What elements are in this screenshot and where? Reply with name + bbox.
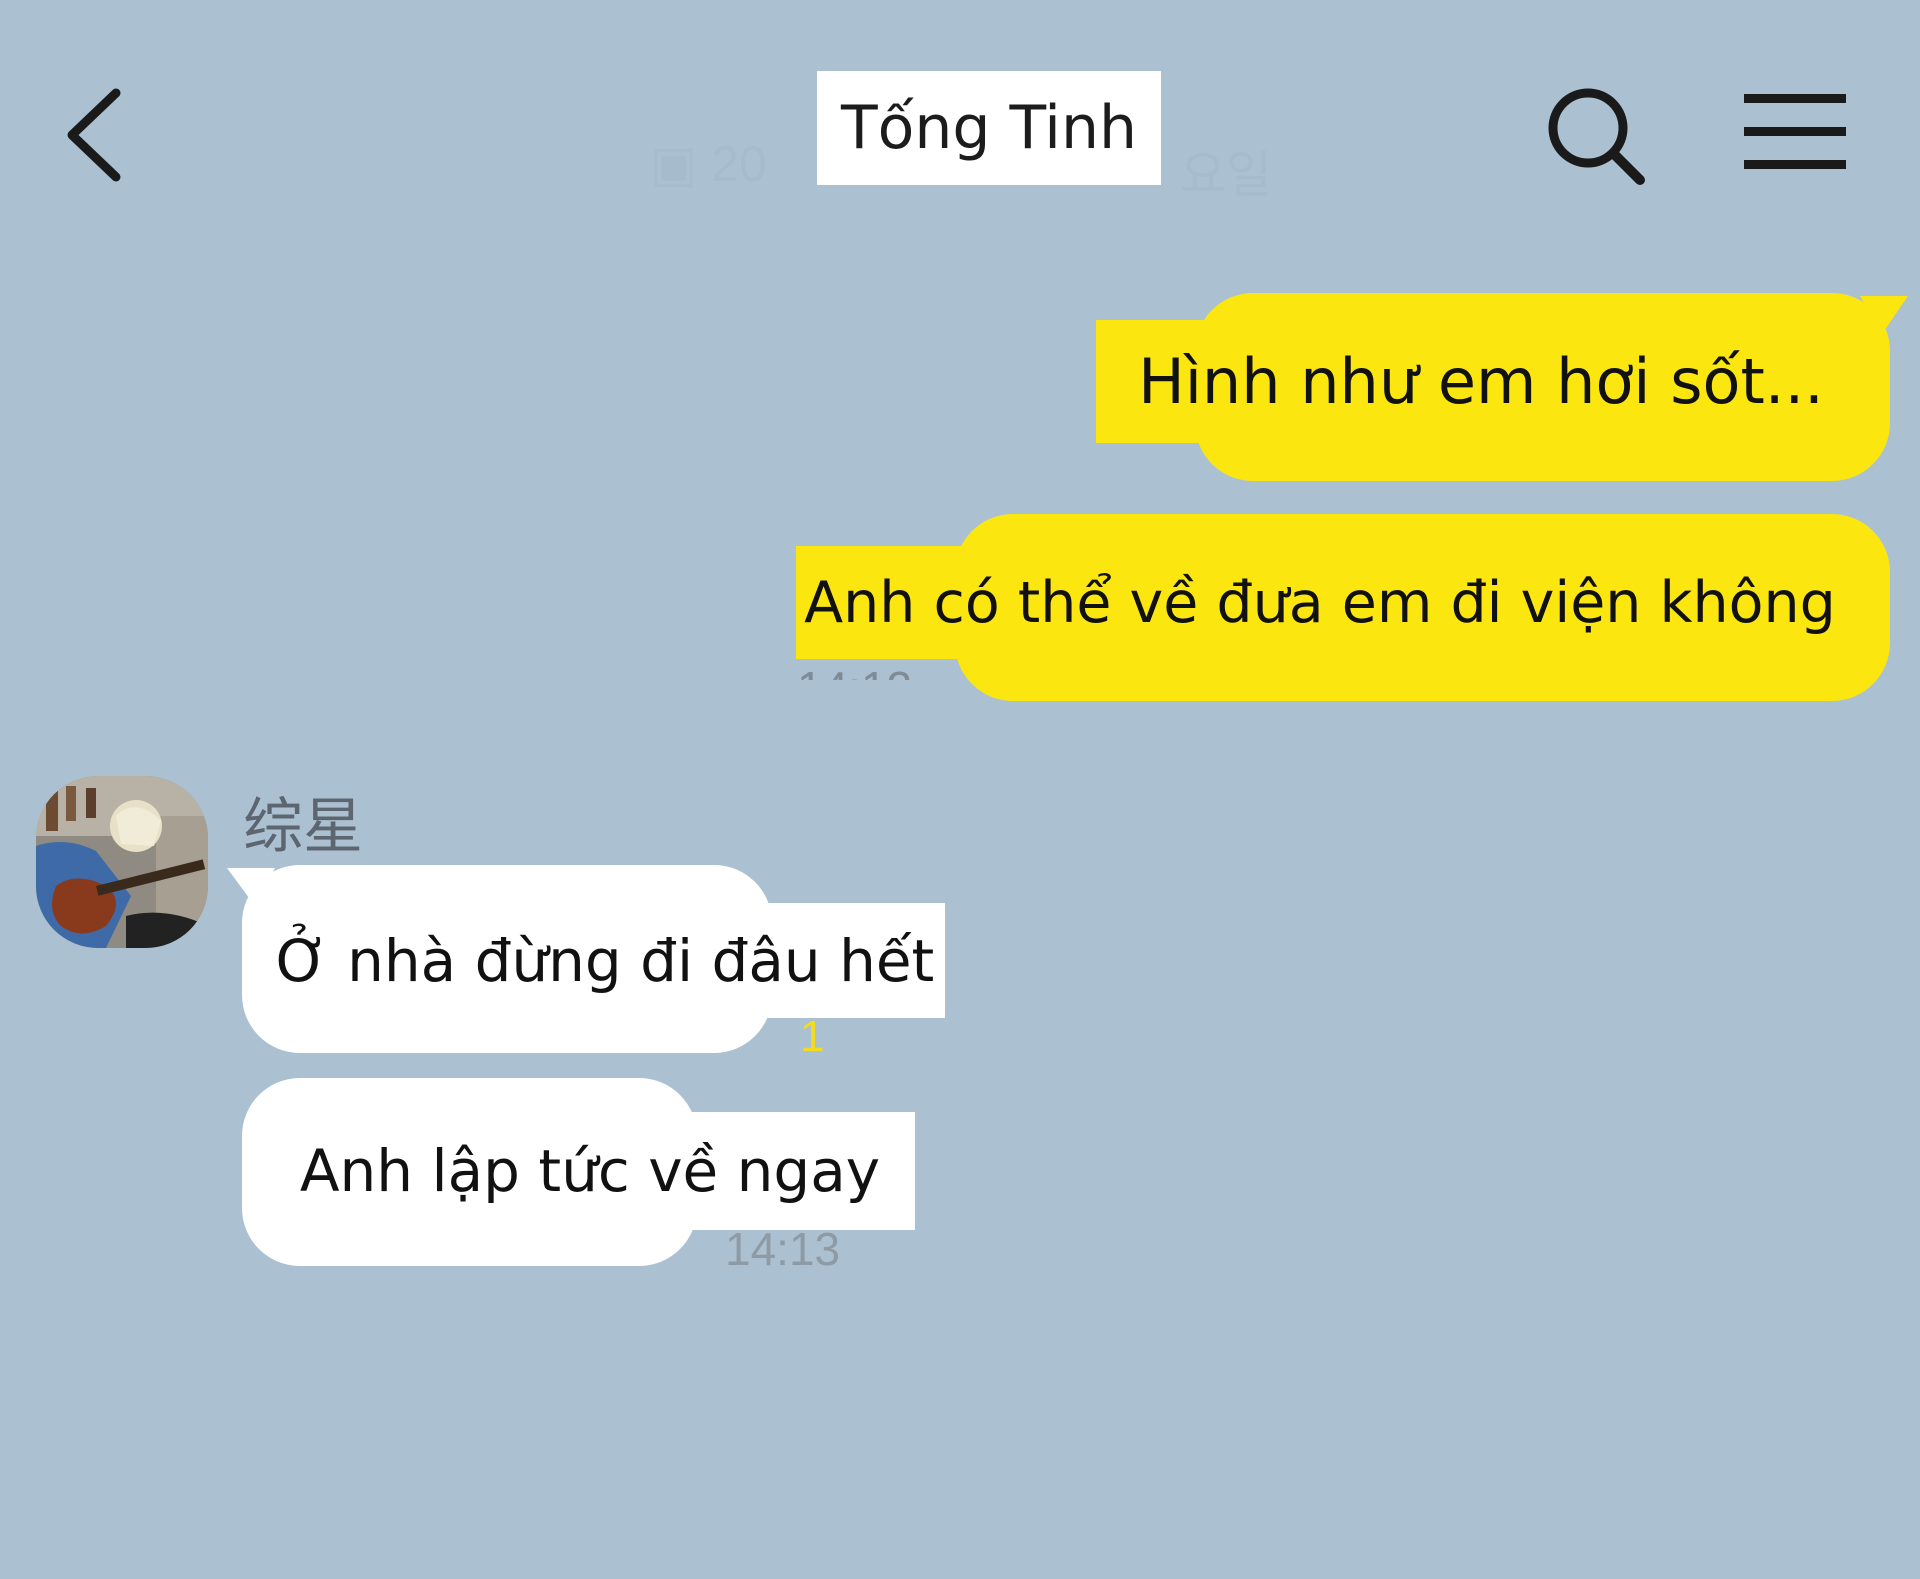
- message-text: Anh lập tức về ngay: [299, 1137, 881, 1205]
- bubble-tail: [1860, 296, 1908, 334]
- unread-count: 1: [800, 1012, 825, 1061]
- message-text: Anh có thể về đưa em đi viện không: [804, 569, 1836, 636]
- menu-button[interactable]: [1740, 88, 1850, 178]
- contact-name: 综星: [243, 792, 363, 862]
- message-text-box: Ở nhà đừng đi đâu hết: [265, 903, 945, 1018]
- chat-title-box: Tống Tinh: [817, 71, 1161, 185]
- hamburger-menu-icon: [1744, 94, 1846, 169]
- contact-avatar[interactable]: [36, 776, 208, 948]
- chat-screen: ▣ 20 요일 Tống Tinh Hình như em hơi sốt...: [0, 0, 1920, 1579]
- back-button[interactable]: [50, 75, 140, 195]
- message-text: Hình như em hơi sốt...: [1138, 345, 1824, 418]
- faint-background-text: 요일: [1180, 147, 1272, 203]
- message-text-box: Hình như em hơi sốt...: [1096, 320, 1866, 443]
- message-timestamp: 14:12: [797, 658, 912, 680]
- message-timestamp: 14:13: [725, 1223, 841, 1275]
- message-text-box: Anh lập tức về ngay: [265, 1112, 915, 1230]
- search-button[interactable]: [1540, 82, 1650, 192]
- chevron-left-icon: [67, 88, 121, 182]
- chat-title: Tống Tinh: [840, 93, 1138, 163]
- faint-background-text: ▣ 20: [650, 136, 767, 192]
- avatar-guitarist-image: [36, 776, 208, 948]
- message-text-box: Anh có thể về đưa em đi viện không: [796, 546, 1844, 659]
- message-text: Ở nhà đừng đi đâu hết: [275, 926, 935, 995]
- search-icon: [1548, 88, 1645, 185]
